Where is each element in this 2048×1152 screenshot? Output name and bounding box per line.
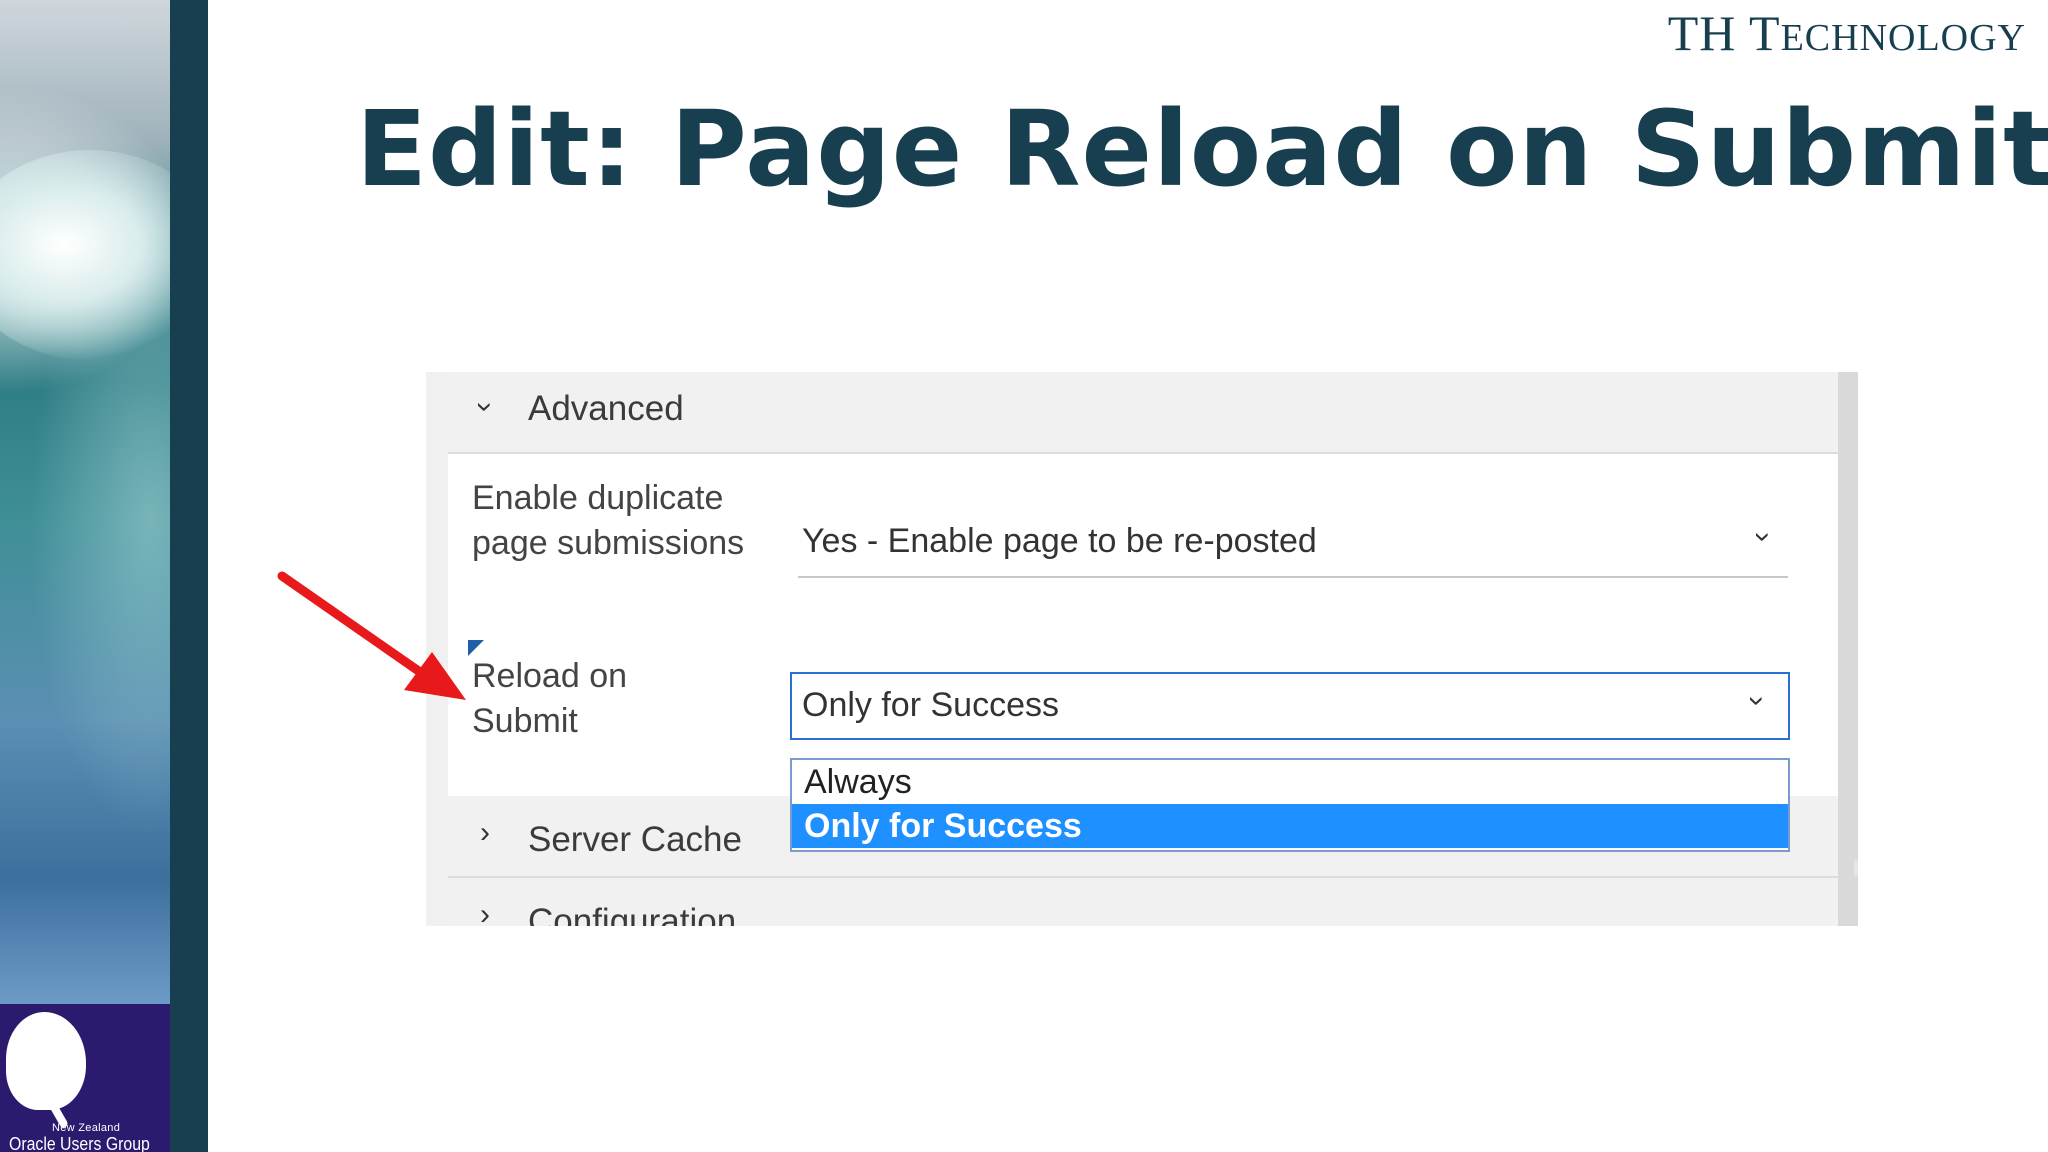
option-always[interactable]: Always (792, 760, 1788, 804)
logo-big-text: Oracle Users Group (9, 1134, 150, 1152)
sidebar-divider-bar (170, 0, 208, 1152)
section-advanced-label: Advanced (528, 389, 684, 428)
scrollbar-segment (1854, 400, 1858, 430)
reload-on-submit-select[interactable]: Only for Success › (790, 672, 1790, 740)
duplicate-submissions-value: Yes - Enable page to be re-posted (802, 522, 1317, 560)
option-only-for-success-label: Only for Success (804, 807, 1082, 845)
brand-smallcaps: ECHNOLOGY (1780, 17, 2026, 59)
red-arrow-icon (277, 571, 466, 700)
option-always-label: Always (804, 763, 912, 801)
chevron-down-icon: › (1741, 696, 1774, 706)
slide-sidebar: New Zealand Oracle Users Group (0, 0, 170, 1152)
panel-inner: › Advanced Enable duplicate page submiss… (448, 372, 1838, 926)
field-label-duplicate-submissions: Enable duplicate page submissions (472, 479, 745, 562)
brand-prefix: TH (1667, 5, 1737, 61)
duplicate-submissions-select[interactable]: Yes - Enable page to be re-posted › (798, 514, 1788, 578)
section-configuration[interactable]: › Configuration (448, 878, 1838, 926)
advanced-content: Enable duplicate page submissions Yes - … (448, 454, 1838, 852)
apex-property-panel: › Advanced Enable duplicate page submiss… (426, 372, 1858, 926)
arrow-head (404, 652, 466, 700)
field-label-reload-on-submit: Reload on Submit (472, 657, 628, 740)
wave-image (0, 0, 170, 1004)
reload-on-submit-options: Always Only for Success (790, 758, 1790, 852)
logo-small-text: New Zealand (52, 1122, 121, 1134)
brand-t: T (1749, 5, 1781, 61)
scrollbar-segment (1854, 860, 1858, 876)
panel-scrollbar[interactable] (1838, 372, 1858, 926)
option-only-for-success[interactable]: Only for Success (792, 804, 1788, 848)
slide-title: Edit: Page Reload on Submit (356, 88, 2048, 210)
section-advanced[interactable]: › Advanced (448, 372, 1838, 454)
section-configuration-label: Configuration (528, 902, 737, 926)
brand-wordmark: TH TECHNOLOGY (1668, 4, 2026, 62)
arrow-shaft (277, 571, 425, 677)
wave-crest (0, 150, 170, 360)
reload-on-submit-value: Only for Success (802, 686, 1059, 724)
nzoug-logo: New Zealand Oracle Users Group (0, 1004, 170, 1152)
chevron-down-icon: › (1747, 532, 1780, 542)
chevron-right-icon: › (480, 898, 490, 926)
chevron-down-icon: › (469, 402, 502, 412)
section-server-cache-label: Server Cache (528, 820, 742, 859)
chevron-right-icon: › (480, 816, 490, 849)
scrollbar-segment (1854, 484, 1858, 524)
